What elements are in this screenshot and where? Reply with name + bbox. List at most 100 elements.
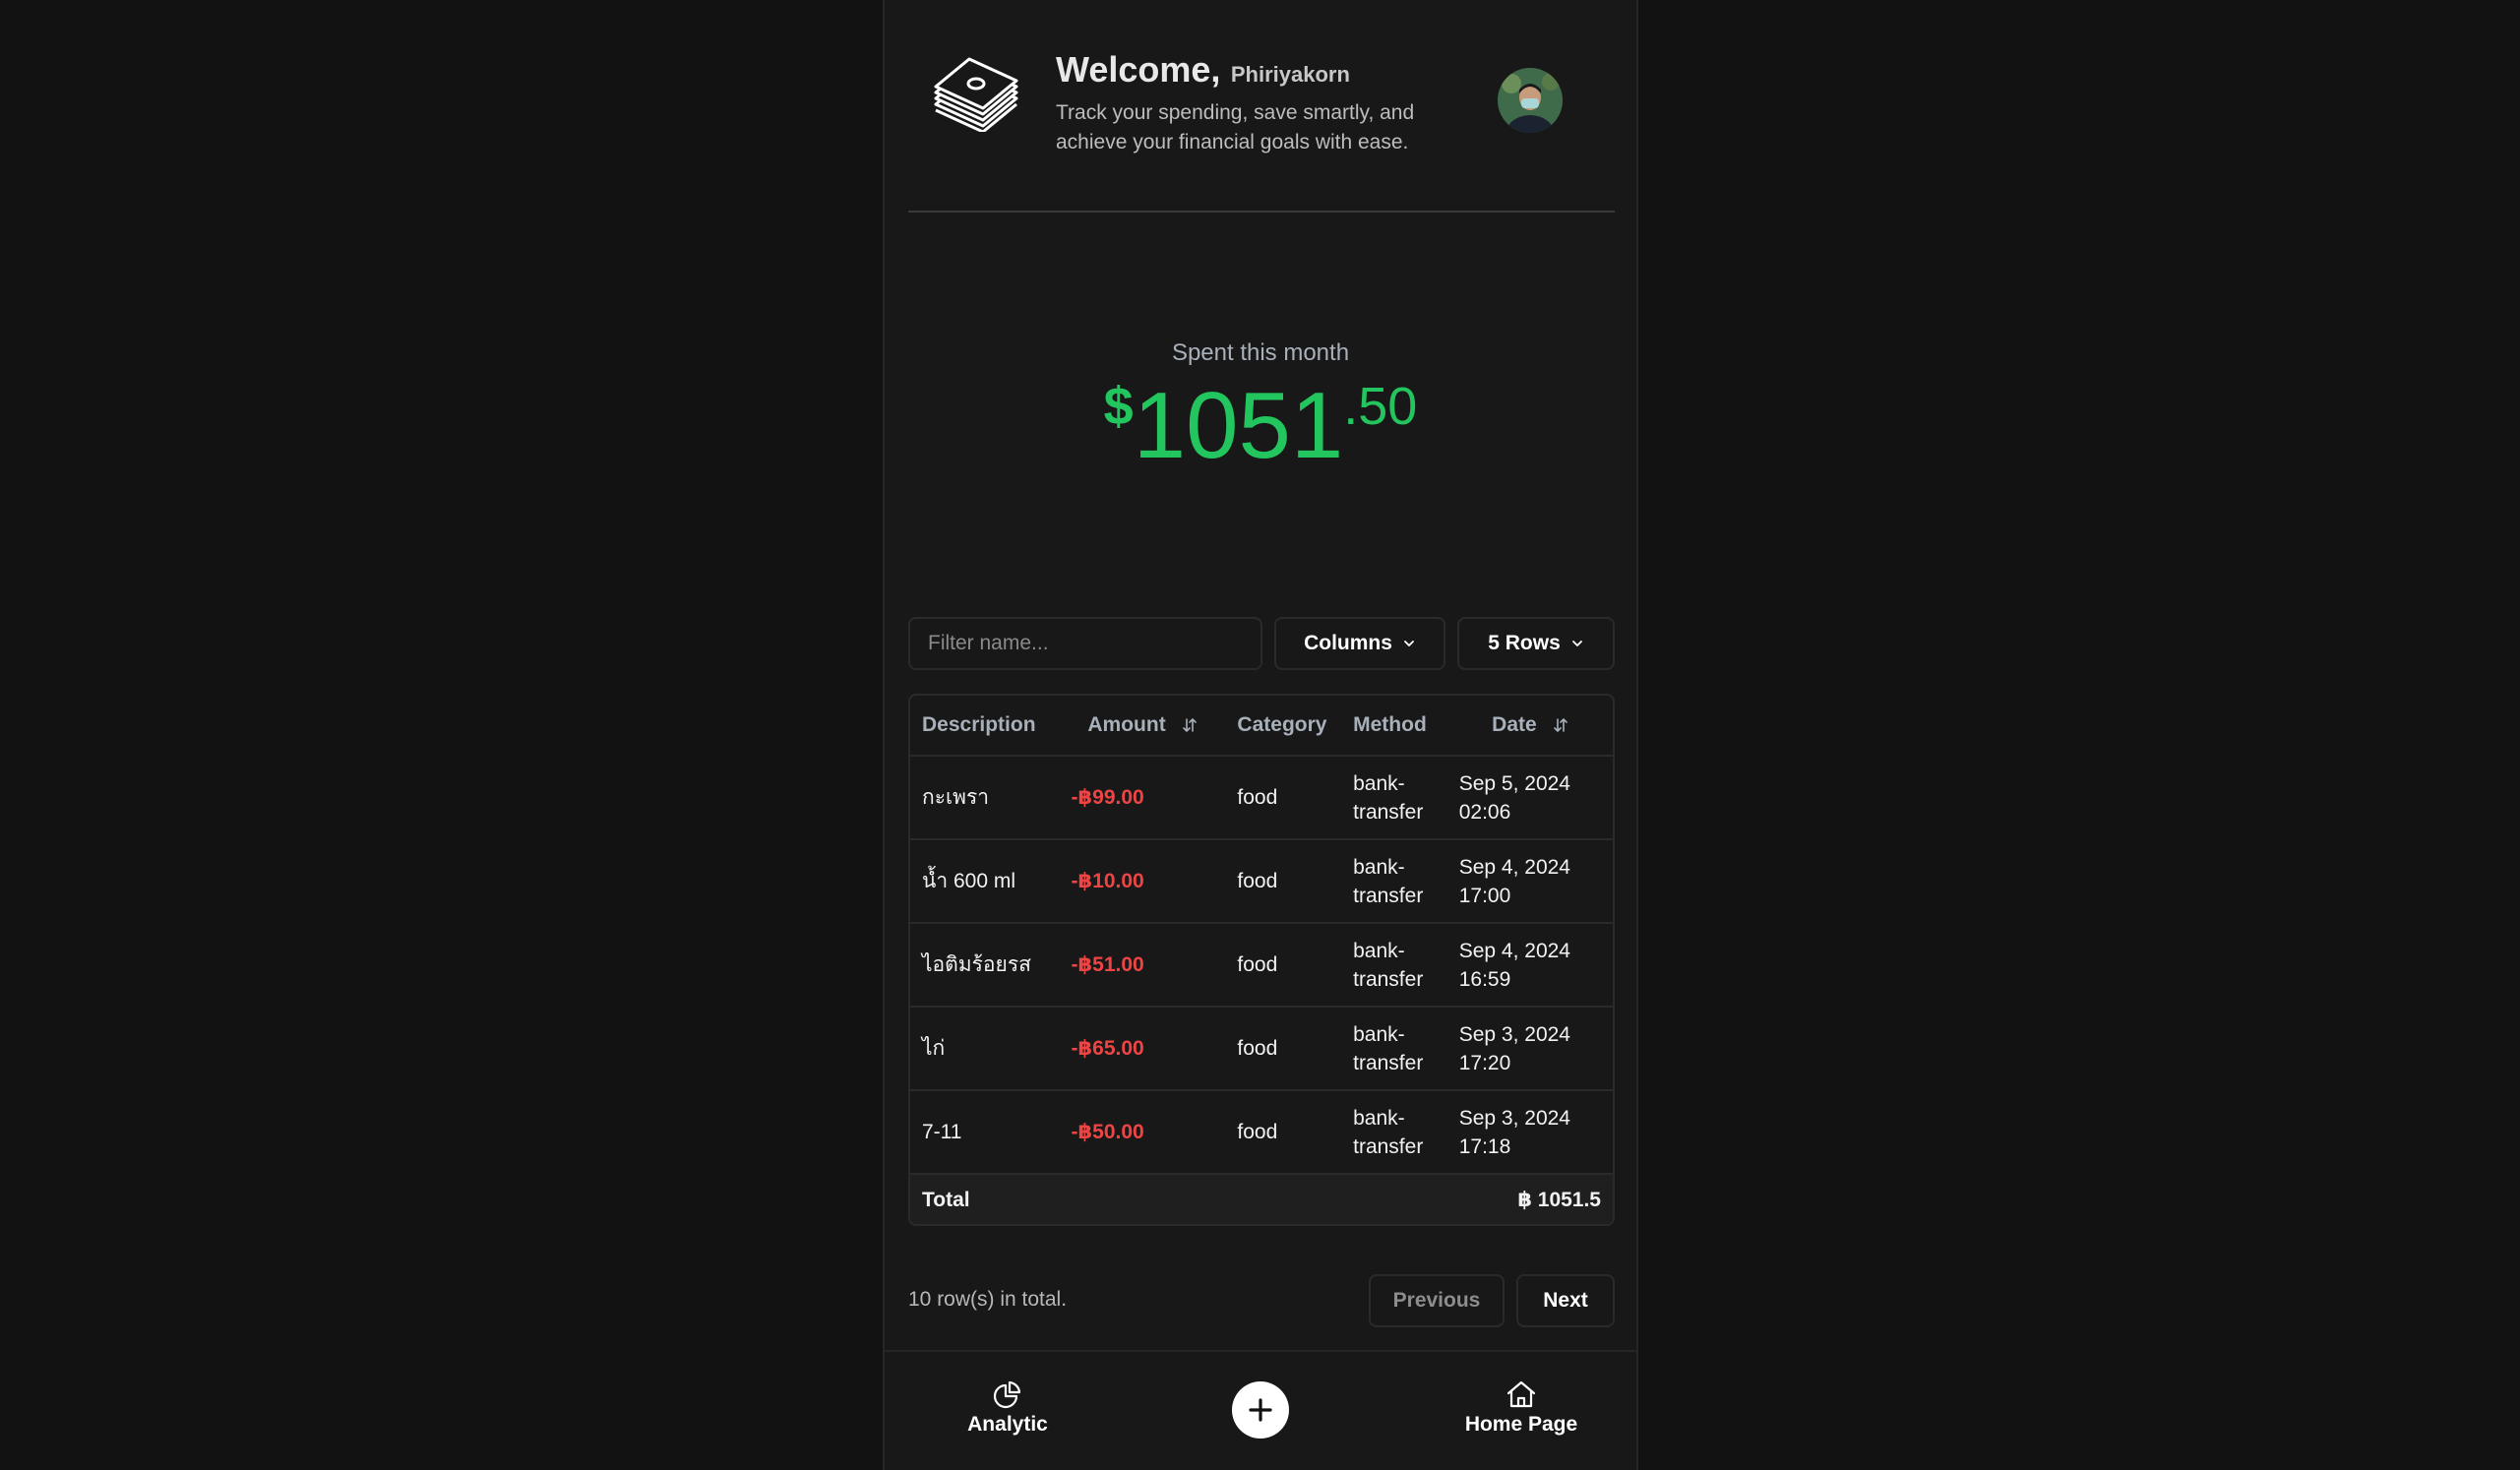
cell-method: bank-transfer bbox=[1341, 1090, 1447, 1175]
spent-whole: 1051 bbox=[1133, 373, 1344, 478]
cell-amount: -฿65.00 bbox=[1059, 1007, 1226, 1091]
table-row[interactable]: น้ำ 600 ml -฿10.00 food bank-transfer Se… bbox=[910, 839, 1613, 924]
money-stack-icon bbox=[934, 57, 1018, 132]
spent-cents: .50 bbox=[1343, 377, 1418, 436]
total-value: ฿ 1051.5 bbox=[1059, 1174, 1613, 1224]
cell-description: กะเพรา bbox=[910, 756, 1060, 840]
cell-description: ไก่ bbox=[910, 1007, 1060, 1091]
sort-arrows-icon[interactable] bbox=[1182, 717, 1198, 733]
date-line1: Sep 4, 2024 bbox=[1458, 939, 1570, 962]
next-button[interactable]: Next bbox=[1516, 1274, 1615, 1327]
cell-date: Sep 4, 2024 16:59 bbox=[1446, 923, 1613, 1008]
columns-dropdown[interactable]: Columns bbox=[1274, 617, 1445, 670]
cell-amount: -฿10.00 bbox=[1059, 839, 1226, 924]
previous-button[interactable]: Previous bbox=[1369, 1274, 1505, 1327]
rows-label: 5 Rows bbox=[1488, 632, 1561, 654]
cell-method: bank-transfer bbox=[1341, 1007, 1447, 1091]
header-category: Category bbox=[1225, 696, 1342, 757]
date-line2: 02:06 bbox=[1458, 800, 1511, 824]
avatar-portrait bbox=[1498, 68, 1563, 133]
avatar[interactable] bbox=[1498, 68, 1563, 133]
cell-category: food bbox=[1225, 756, 1342, 840]
welcome-heading: Welcome, bbox=[1056, 49, 1221, 90]
nav-analytic-label: Analytic bbox=[967, 1413, 1048, 1436]
cell-date: Sep 4, 2024 17:00 bbox=[1446, 839, 1613, 924]
cell-description: 7-11 bbox=[910, 1090, 1060, 1175]
method-line1: bank- bbox=[1353, 855, 1405, 879]
date-line2: 17:20 bbox=[1458, 1051, 1511, 1074]
method-line1: bank- bbox=[1353, 939, 1405, 962]
pagination-bar: 10 row(s) in total. Previous Next bbox=[908, 1274, 1615, 1327]
spent-label: Spent this month bbox=[1171, 339, 1350, 366]
rows-dropdown[interactable]: 5 Rows bbox=[1457, 617, 1615, 670]
cell-amount: -฿50.00 bbox=[1059, 1090, 1226, 1175]
tagline: Track your spending, save smartly, and a… bbox=[1056, 101, 1415, 153]
table-row[interactable]: ไก่ -฿65.00 food bank-transfer Sep 3, 20… bbox=[910, 1007, 1613, 1091]
columns-label: Columns bbox=[1304, 632, 1392, 654]
date-line2: 17:18 bbox=[1458, 1134, 1511, 1158]
date-line1: Sep 4, 2024 bbox=[1458, 855, 1570, 879]
add-transaction-button[interactable] bbox=[1232, 1381, 1289, 1439]
date-line2: 17:00 bbox=[1458, 884, 1511, 907]
method-line1: bank- bbox=[1353, 771, 1405, 795]
table-row[interactable]: กะเพรา -฿99.00 food bank-transfer Sep 5,… bbox=[910, 756, 1613, 840]
pie-chart-icon bbox=[993, 1380, 1021, 1409]
table-toolbar: Columns 5 Rows bbox=[908, 617, 1615, 670]
user-name: Phiriyakorn bbox=[1230, 62, 1350, 87]
table-total-row: Total ฿ 1051.5 bbox=[910, 1174, 1613, 1224]
cell-amount: -฿99.00 bbox=[1059, 756, 1226, 840]
nav-analytic[interactable]: Analytic bbox=[944, 1379, 1072, 1437]
cell-category: food bbox=[1225, 839, 1342, 924]
method-line2: transfer bbox=[1353, 800, 1424, 824]
method-line2: transfer bbox=[1353, 884, 1424, 907]
bottom-nav: Analytic Home Page bbox=[885, 1350, 1636, 1470]
cell-description: น้ำ 600 ml bbox=[910, 839, 1060, 924]
method-line1: bank- bbox=[1353, 1022, 1405, 1046]
row-count: 10 row(s) in total. bbox=[908, 1288, 1068, 1311]
date-line2: 16:59 bbox=[1458, 967, 1511, 991]
method-line2: transfer bbox=[1353, 1134, 1424, 1158]
cell-method: bank-transfer bbox=[1341, 839, 1447, 924]
home-icon bbox=[1506, 1380, 1536, 1408]
table-row[interactable]: ไอติมร้อยรส -฿51.00 food bank-transfer S… bbox=[910, 923, 1613, 1008]
method-line2: transfer bbox=[1353, 967, 1424, 991]
header-amount[interactable]: Amount bbox=[1059, 696, 1226, 757]
header-date-label: Date bbox=[1492, 713, 1537, 736]
nav-home-label: Home Page bbox=[1464, 1413, 1578, 1436]
date-line1: Sep 3, 2024 bbox=[1458, 1022, 1570, 1046]
header-method: Method bbox=[1341, 696, 1447, 757]
method-line2: transfer bbox=[1353, 1051, 1424, 1074]
monthly-spending: Spent this month $1051.50 bbox=[885, 339, 1636, 473]
table-header-row: Description Amount Category Method Date bbox=[910, 696, 1613, 757]
cell-date: Sep 3, 2024 17:18 bbox=[1446, 1090, 1613, 1175]
date-line1: Sep 5, 2024 bbox=[1458, 771, 1570, 795]
chevron-down-icon bbox=[1404, 641, 1414, 646]
app-container: Welcome, Phiriyakorn Track your spending… bbox=[883, 0, 1638, 1470]
header-amount-label: Amount bbox=[1087, 713, 1166, 736]
filter-name-input[interactable] bbox=[908, 617, 1262, 670]
date-line1: Sep 3, 2024 bbox=[1458, 1106, 1570, 1130]
cell-method: bank-transfer bbox=[1341, 756, 1447, 840]
cell-date: Sep 5, 2024 02:06 bbox=[1446, 756, 1613, 840]
cell-description: ไอติมร้อยรส bbox=[910, 923, 1060, 1008]
total-label: Total bbox=[910, 1174, 1060, 1224]
cell-category: food bbox=[1225, 923, 1342, 1008]
spent-amount: $1051.50 bbox=[885, 379, 1636, 473]
chevron-down-icon bbox=[1571, 641, 1582, 646]
sort-arrows-icon[interactable] bbox=[1553, 717, 1568, 733]
cell-category: food bbox=[1225, 1007, 1342, 1091]
plus-icon bbox=[1249, 1398, 1272, 1422]
header-description: Description bbox=[910, 696, 1060, 757]
cell-date: Sep 3, 2024 17:20 bbox=[1446, 1007, 1613, 1091]
cell-category: food bbox=[1225, 1090, 1342, 1175]
cell-method: bank-transfer bbox=[1341, 923, 1447, 1008]
header: Welcome, Phiriyakorn Track your spending… bbox=[908, 0, 1615, 213]
welcome-block: Welcome, Phiriyakorn Track your spending… bbox=[1056, 49, 1508, 157]
method-line1: bank- bbox=[1353, 1106, 1405, 1130]
header-date[interactable]: Date bbox=[1446, 696, 1613, 757]
spent-currency: $ bbox=[1103, 377, 1134, 436]
table-row[interactable]: 7-11 -฿50.00 food bank-transfer Sep 3, 2… bbox=[910, 1090, 1613, 1175]
transactions-table: Description Amount Category Method Date bbox=[908, 694, 1615, 1226]
nav-home-page[interactable]: Home Page bbox=[1438, 1379, 1605, 1437]
cell-amount: -฿51.00 bbox=[1059, 923, 1226, 1008]
